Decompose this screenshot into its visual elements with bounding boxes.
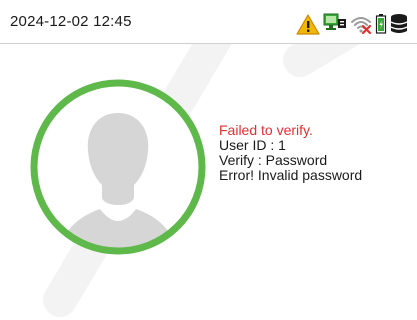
user-id-text: User ID : 1 bbox=[219, 137, 286, 153]
datetime-text: 2024-12-02 12:45 bbox=[10, 13, 132, 30]
verify-mode-text: Verify : Password bbox=[219, 152, 328, 168]
wifi-disconnected-icon bbox=[351, 16, 372, 34]
verify-status-text: Failed to verify. bbox=[219, 122, 313, 138]
verification-result: Failed to verify. User ID : 1 Verify : P… bbox=[219, 123, 362, 183]
network-icon bbox=[323, 13, 346, 30]
user-silhouette-icon bbox=[30, 79, 206, 255]
error-text: Error! Invalid password bbox=[219, 167, 363, 183]
database-icon bbox=[390, 14, 408, 33]
status-bar: 2024-12-02 12:45 bbox=[0, 0, 417, 44]
status-icons bbox=[296, 13, 411, 35]
verification-screen: 2024-12-02 12:45 Failed to verify. User … bbox=[0, 0, 417, 320]
battery-icon bbox=[375, 14, 387, 34]
warning-icon bbox=[296, 13, 320, 35]
